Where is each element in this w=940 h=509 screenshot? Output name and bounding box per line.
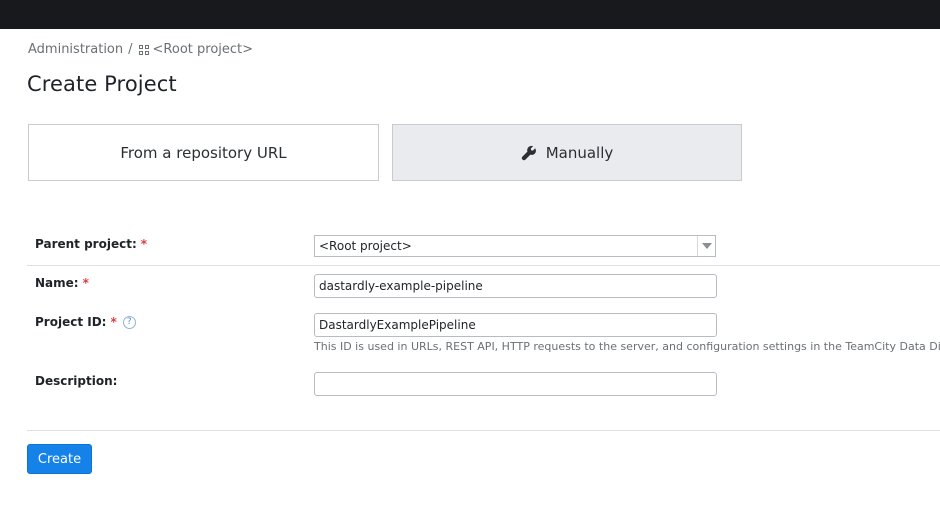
project-id-hint: This ID is used in URLs, REST API, HTTP … xyxy=(314,340,940,353)
top-navigation-bar xyxy=(0,0,940,29)
name-label: Name: * xyxy=(35,276,89,290)
description-label-text: Description: xyxy=(35,374,118,388)
name-input[interactable] xyxy=(314,274,717,298)
required-asterisk: * xyxy=(110,315,117,329)
parent-project-select[interactable]: <Root project> xyxy=(314,235,716,257)
tab-manually-label: Manually xyxy=(545,143,614,162)
parent-project-label: Parent project: * xyxy=(35,237,147,251)
parent-project-label-text: Parent project: xyxy=(35,237,137,251)
project-grid-icon xyxy=(138,44,149,55)
required-asterisk: * xyxy=(82,276,89,290)
breadcrumb-separator: / xyxy=(128,42,133,57)
chevron-down-icon[interactable] xyxy=(697,236,715,256)
project-id-label-text: Project ID: xyxy=(35,315,107,329)
breadcrumb-root-project-link[interactable]: <Root project> xyxy=(153,42,254,57)
breadcrumb: Administration / <Root project> xyxy=(28,42,253,57)
page-title: Create Project xyxy=(27,72,177,96)
tab-from-repository-url[interactable]: From a repository URL xyxy=(28,124,379,181)
description-input[interactable] xyxy=(314,372,717,396)
create-button[interactable]: Create xyxy=(27,444,92,474)
wrench-icon xyxy=(521,145,537,161)
parent-project-selected-value: <Root project> xyxy=(319,239,412,253)
project-id-label: Project ID: * ? xyxy=(35,315,136,329)
required-asterisk: * xyxy=(140,237,148,251)
tab-from-repository-url-label: From a repository URL xyxy=(120,143,287,162)
form-row-divider xyxy=(27,265,940,266)
project-id-input[interactable] xyxy=(314,313,717,337)
breadcrumb-administration-link[interactable]: Administration xyxy=(28,42,123,57)
description-label: Description: xyxy=(35,374,117,388)
name-label-text: Name: xyxy=(35,276,79,290)
actions-divider xyxy=(27,430,940,431)
tab-manually[interactable]: Manually xyxy=(392,124,742,181)
help-icon[interactable]: ? xyxy=(122,315,136,329)
